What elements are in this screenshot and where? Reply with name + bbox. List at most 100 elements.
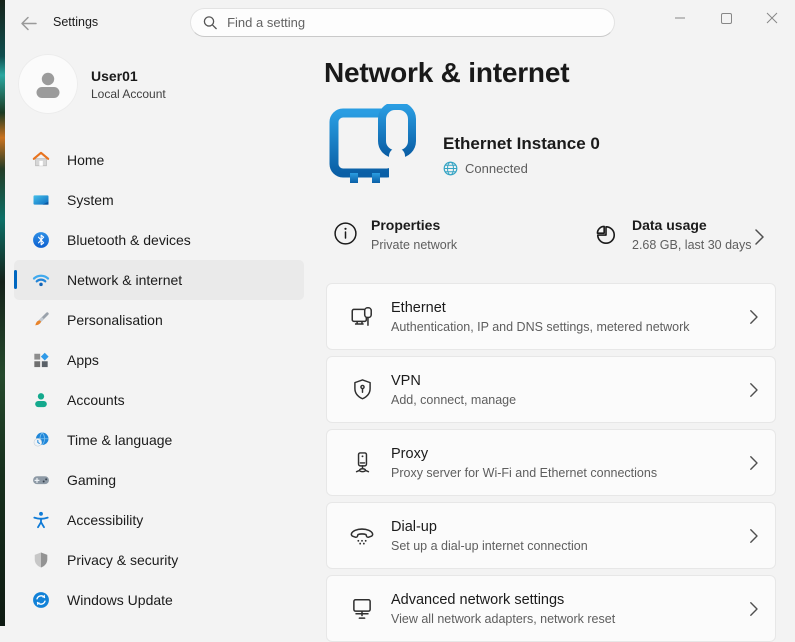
- card-subtitle: Authentication, IP and DNS settings, met…: [391, 320, 690, 334]
- chevron-right-icon: [749, 528, 759, 544]
- update-icon: [31, 590, 51, 610]
- page-title: Network & internet: [324, 57, 569, 89]
- user-name: User01: [91, 68, 166, 84]
- accounts-icon: [31, 390, 51, 410]
- globe-clock-icon: [31, 430, 51, 450]
- card-subtitle: Proxy server for Wi-Fi and Ethernet conn…: [391, 466, 657, 480]
- sidebar-item-system[interactable]: System: [14, 180, 304, 220]
- card-title: Proxy: [391, 446, 657, 462]
- search-icon: [203, 15, 217, 30]
- window-controls: [657, 0, 795, 40]
- sidebar-item-label: Apps: [67, 352, 99, 368]
- system-icon: [31, 190, 51, 210]
- connection-status: Connected: [443, 161, 528, 176]
- maximize-icon: [721, 13, 732, 24]
- accessibility-icon: [31, 510, 51, 530]
- main-content: Network & internet Ethernet Instance 0: [310, 48, 795, 626]
- person-icon: [31, 67, 65, 101]
- sidebar-item-home[interactable]: Home: [14, 140, 304, 180]
- bluetooth-icon: [31, 230, 51, 250]
- settings-window: Settings: [0, 0, 795, 626]
- back-button[interactable]: [14, 10, 42, 36]
- sidebar-item-personalisation[interactable]: Personalisation: [14, 300, 304, 340]
- ethernet-hero-icon: [327, 104, 421, 209]
- settings-card-list: Ethernet Authentication, IP and DNS sett…: [326, 283, 776, 642]
- search-box[interactable]: [190, 8, 615, 37]
- card-title: Dial-up: [391, 519, 588, 535]
- ethernet-icon: [349, 304, 375, 330]
- proxy-server-icon: [349, 450, 375, 476]
- card-proxy[interactable]: Proxy Proxy server for Wi-Fi and Etherne…: [326, 429, 776, 496]
- chevron-right-icon: [749, 382, 759, 398]
- sidebar-item-label: Windows Update: [67, 592, 173, 608]
- user-account-type: Local Account: [91, 87, 166, 101]
- network-adapter-icon: [349, 596, 375, 622]
- titlebar: Settings: [5, 0, 795, 48]
- vpn-shield-icon: [349, 377, 375, 403]
- properties-subtitle: Private network: [371, 238, 457, 252]
- chevron-right-icon: [749, 601, 759, 617]
- sidebar-item-label: Network & internet: [67, 272, 182, 288]
- sidebar-nav: Home System: [14, 140, 304, 620]
- chevron-right-icon: [749, 309, 759, 325]
- window-title: Settings: [53, 15, 98, 29]
- minimize-button[interactable]: [657, 0, 703, 36]
- card-subtitle: View all network adapters, network reset: [391, 612, 615, 626]
- gamepad-icon: [31, 470, 51, 490]
- connection-name: Ethernet Instance 0: [443, 134, 600, 154]
- sidebar-item-label: Time & language: [67, 432, 172, 448]
- sidebar-item-windows-update[interactable]: Windows Update: [14, 580, 304, 620]
- sidebar-item-accounts[interactable]: Accounts: [14, 380, 304, 420]
- sidebar-item-label: Home: [67, 152, 104, 168]
- properties-tile[interactable]: Properties Private network: [333, 217, 457, 252]
- shield-icon: [31, 550, 51, 570]
- info-icon: [333, 221, 358, 246]
- sidebar-item-bluetooth[interactable]: Bluetooth & devices: [14, 220, 304, 260]
- sidebar-item-accessibility[interactable]: Accessibility: [14, 500, 304, 540]
- data-usage-tile[interactable]: Data usage 2.68 GB, last 30 days: [593, 217, 752, 252]
- data-usage-chevron-icon[interactable]: [754, 228, 765, 246]
- card-advanced-network[interactable]: Advanced network settings View all netwo…: [326, 575, 776, 642]
- card-subtitle: Set up a dial-up internet connection: [391, 539, 588, 553]
- card-dialup[interactable]: Dial-up Set up a dial-up internet connec…: [326, 502, 776, 569]
- avatar: [18, 54, 78, 114]
- data-usage-subtitle: 2.68 GB, last 30 days: [632, 238, 752, 252]
- home-icon: [31, 150, 51, 170]
- properties-title: Properties: [371, 217, 457, 233]
- sidebar-item-gaming[interactable]: Gaming: [14, 460, 304, 500]
- sidebar-item-privacy[interactable]: Privacy & security: [14, 540, 304, 580]
- card-title: Ethernet: [391, 300, 690, 316]
- close-icon: [766, 12, 778, 24]
- sidebar-item-label: System: [67, 192, 114, 208]
- dialup-phone-icon: [349, 523, 375, 549]
- wifi-icon: [31, 270, 51, 290]
- sidebar-item-label: Accessibility: [67, 512, 143, 528]
- pie-chart-icon: [593, 222, 619, 248]
- sidebar-item-time-language[interactable]: Time & language: [14, 420, 304, 460]
- sidebar-item-label: Personalisation: [67, 312, 163, 328]
- sidebar-item-label: Privacy & security: [67, 552, 178, 568]
- card-title: VPN: [391, 373, 516, 389]
- back-arrow-icon: [20, 16, 37, 31]
- connected-globe-icon: [443, 161, 458, 176]
- maximize-button[interactable]: [703, 0, 749, 36]
- sidebar-item-network[interactable]: Network & internet: [14, 260, 304, 300]
- sidebar: User01 Local Account Home: [5, 48, 310, 626]
- card-vpn[interactable]: VPN Add, connect, manage: [326, 356, 776, 423]
- status-text: Connected: [465, 161, 528, 176]
- data-usage-title: Data usage: [632, 217, 752, 233]
- card-subtitle: Add, connect, manage: [391, 393, 516, 407]
- sidebar-item-label: Gaming: [67, 472, 116, 488]
- user-account-item[interactable]: User01 Local Account: [18, 52, 298, 116]
- sidebar-item-label: Accounts: [67, 392, 125, 408]
- close-button[interactable]: [749, 0, 795, 36]
- sidebar-item-apps[interactable]: Apps: [14, 340, 304, 380]
- sidebar-item-label: Bluetooth & devices: [67, 232, 191, 248]
- card-ethernet[interactable]: Ethernet Authentication, IP and DNS sett…: [326, 283, 776, 350]
- paintbrush-icon: [31, 310, 51, 330]
- apps-icon: [31, 350, 51, 370]
- search-input[interactable]: [227, 15, 602, 30]
- card-title: Advanced network settings: [391, 592, 615, 608]
- minimize-icon: [674, 12, 686, 24]
- chevron-right-icon: [749, 455, 759, 471]
